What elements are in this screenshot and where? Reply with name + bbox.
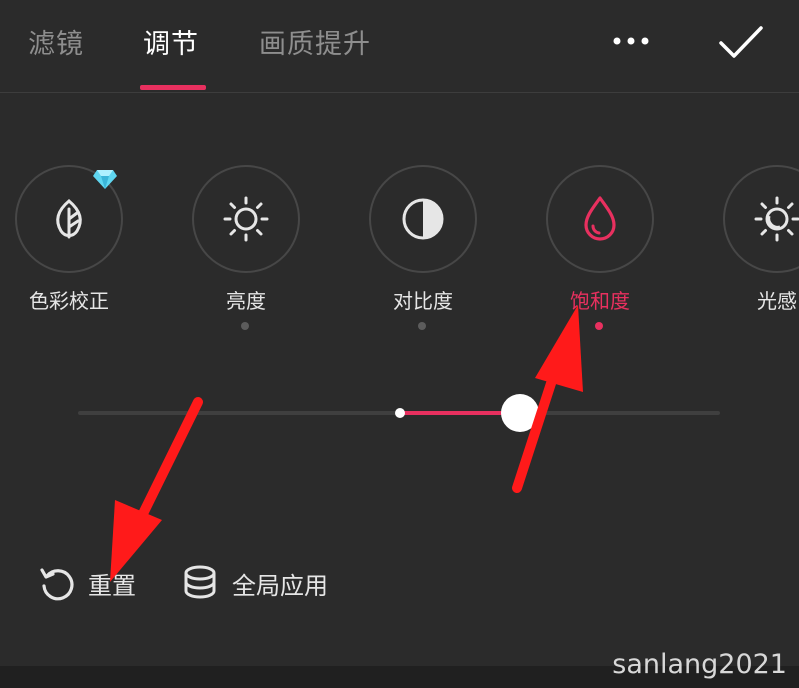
annotation-arrow-to-reset [110, 397, 203, 582]
tab-filters[interactable]: 滤镜 [28, 22, 84, 61]
slider-origin-marker [395, 408, 405, 418]
tool-circle [546, 165, 654, 273]
tool-label: 色彩校正 [29, 289, 109, 313]
leaf-icon [56, 199, 82, 239]
tool-color-correction[interactable]: 色彩校正 [15, 165, 123, 335]
confirm-check-icon[interactable] [718, 25, 764, 61]
diamond-premium-icon [93, 170, 117, 189]
reset-label: 重置 [88, 571, 136, 600]
apply-all-button[interactable]: 全局应用 [180, 560, 328, 606]
apply-all-label: 全局应用 [232, 571, 328, 600]
layers-stack-icon [184, 565, 216, 599]
tool-brightness[interactable]: 亮度 [192, 165, 300, 335]
tool-label: 亮度 [226, 289, 266, 313]
tool-label: 光感 [757, 289, 797, 313]
tool-saturation[interactable]: 饱和度 [546, 165, 654, 335]
adjusted-dot [241, 322, 249, 330]
tool-label: 对比度 [393, 289, 453, 313]
tab-adjust[interactable]: 调节 [143, 22, 199, 61]
tab-quality-enhance[interactable]: 画质提升 [259, 22, 371, 61]
tool-contrast[interactable]: 对比度 [369, 165, 477, 335]
tool-circle [723, 165, 799, 273]
sun-icon [223, 196, 269, 242]
tool-label: 饱和度 [570, 289, 630, 313]
contrast-icon [402, 198, 444, 240]
active-dot [595, 322, 603, 330]
reset-button[interactable]: 重置 [38, 560, 136, 606]
reset-icon [40, 568, 74, 601]
adjusted-dot [418, 322, 426, 330]
active-tab-indicator [140, 85, 206, 90]
tool-light-sense[interactable]: 光感 [723, 165, 799, 335]
droplet-icon [584, 196, 616, 241]
tool-circle [369, 165, 477, 273]
tool-circle [192, 165, 300, 273]
tab-bar: 滤镜 调节 画质提升 [0, 0, 799, 93]
watermark-text: sanlang2021 [612, 649, 787, 680]
saturation-slider-thumb[interactable] [501, 394, 540, 432]
light-sense-icon [754, 196, 799, 242]
more-icon[interactable] [611, 30, 651, 52]
